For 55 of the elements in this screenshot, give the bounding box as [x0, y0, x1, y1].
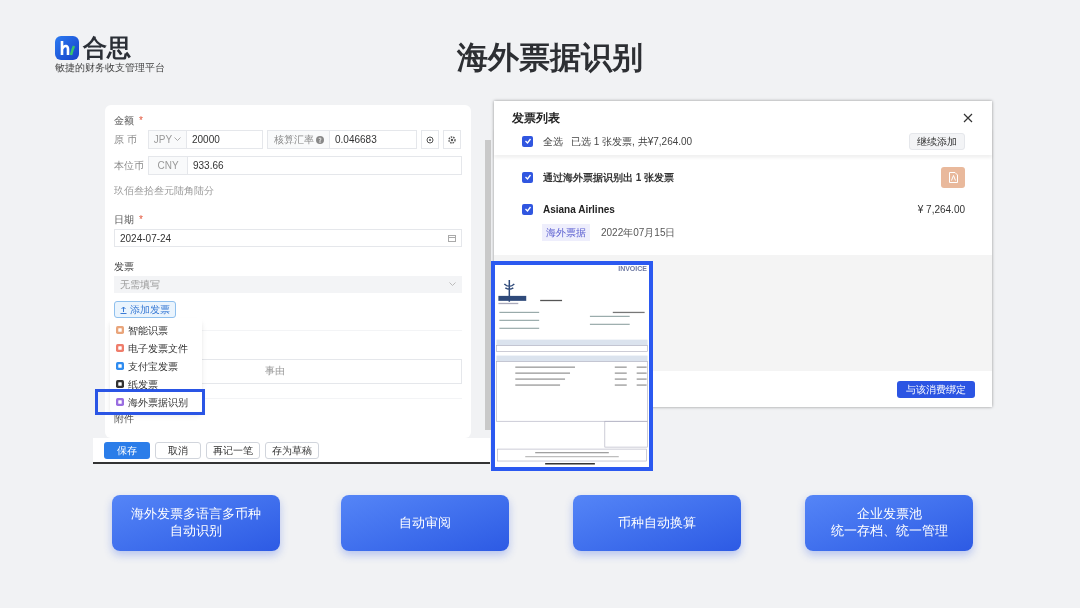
feature-text: 币种自动换算: [618, 514, 696, 532]
footer-button[interactable]: 取消: [155, 441, 201, 459]
brand-tagline: 敏捷的财务收支管理平台: [55, 63, 165, 73]
select-all-label: 全选: [543, 134, 563, 149]
brand-name: 合思: [83, 36, 131, 60]
refresh-button[interactable]: [421, 130, 439, 149]
invoice-date: 2022年07月15日: [601, 226, 676, 240]
selection-summary: 已选 1 张发票, 共¥7,264.00: [571, 134, 693, 149]
document-icon: [116, 362, 124, 370]
amount-in-words: 玖佰叁拾叁元陆角陆分: [114, 184, 215, 198]
feature-text: 企业发票池: [856, 506, 922, 523]
checkbox[interactable]: [522, 171, 533, 183]
field-label: 原 币: [114, 133, 138, 147]
document-icon: [116, 344, 124, 352]
add-invoice-button[interactable]: 添加发票: [114, 301, 176, 318]
field-label: 金额: [114, 113, 134, 128]
logo-icon: [55, 36, 79, 60]
invoice-tag: 海外票据: [542, 224, 590, 241]
bind-button[interactable]: 与该消费绑定: [897, 380, 975, 398]
field-label: 发票: [114, 259, 134, 274]
footer-button[interactable]: 再记一笔: [206, 441, 260, 459]
invoice-amount: ¥ 7,264.00: [917, 202, 965, 217]
document-icon: [116, 398, 124, 406]
required-mark: *: [139, 212, 143, 227]
group-label: 通过海外票据识别出 1 张发票: [543, 170, 675, 185]
menu-item[interactable]: 电子发票文件: [110, 339, 202, 357]
calendar-icon: [448, 234, 456, 242]
add-more-button[interactable]: 继续添加: [909, 132, 965, 150]
close-button[interactable]: [962, 112, 974, 124]
dialog-title: 发票列表: [512, 110, 560, 127]
base-amount-field[interactable]: CNY 933.66: [148, 156, 462, 175]
field-label: 本位币: [114, 159, 144, 173]
settings-button[interactable]: [443, 130, 461, 149]
document-icon: [116, 380, 124, 388]
checkbox[interactable]: [522, 203, 533, 215]
checkbox[interactable]: [522, 135, 533, 147]
footer-button[interactable]: 存为草稿: [265, 441, 319, 459]
required-mark: *: [139, 113, 143, 128]
menu-item[interactable]: 智能识票: [110, 321, 202, 339]
target-icon: [426, 135, 434, 144]
field-label: 日期: [114, 212, 134, 227]
feature-text: 自动识别: [170, 523, 222, 540]
upload-icon: [120, 305, 127, 314]
gear-icon: [448, 135, 456, 144]
pdf-icon: [948, 171, 958, 183]
menu-item[interactable]: 海外票据识别: [110, 393, 202, 411]
save-button[interactable]: 保存: [104, 441, 150, 459]
chevron-down-icon: [449, 282, 456, 287]
vendor-name: Asiana Airlines: [543, 202, 615, 217]
date-field[interactable]: 2024-07-24: [114, 229, 462, 247]
feature-text: 海外发票多语言多币种: [131, 506, 261, 523]
feature-text: 统一存档、统一管理: [830, 523, 948, 540]
slide-title: 海外票据识别: [456, 39, 644, 77]
feature-text: 自动审阅: [399, 514, 451, 532]
scrollbar-thumb[interactable]: [485, 140, 491, 430]
